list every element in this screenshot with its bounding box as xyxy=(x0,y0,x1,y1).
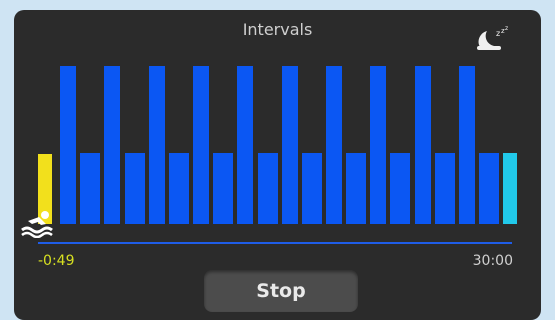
interval-panel: Intervals z z z -0:49 30:00 Stop xyxy=(14,10,541,320)
interval-bar-work xyxy=(370,66,387,224)
interval-bar-rest xyxy=(390,153,411,224)
interval-bar-rest xyxy=(434,153,455,224)
interval-bar-work xyxy=(237,66,254,224)
interval-bar-work xyxy=(104,66,121,224)
interval-bar-work xyxy=(193,66,210,224)
interval-bar-rest xyxy=(301,153,322,224)
interval-bar-rest xyxy=(124,153,145,224)
total-time: 30:00 xyxy=(472,253,513,269)
interval-bar-rest xyxy=(213,153,234,224)
elapsed-time: -0:49 xyxy=(38,253,75,269)
interval-bar-work xyxy=(325,66,342,224)
interval-bar-work xyxy=(414,66,431,224)
interval-bar-rest xyxy=(346,153,367,224)
interval-bar-rest xyxy=(80,153,101,224)
interval-bar-work xyxy=(281,66,298,224)
interval-bar-work xyxy=(60,66,77,224)
progress-timeline xyxy=(38,242,512,244)
interval-bar-rest xyxy=(168,153,189,224)
interval-chart xyxy=(14,10,541,250)
stop-button[interactable]: Stop xyxy=(204,270,358,312)
interval-bar-work xyxy=(148,66,165,224)
swimmer-icon xyxy=(21,211,53,238)
interval-bar-cooldown xyxy=(503,153,518,224)
interval-bar-rest xyxy=(479,153,499,224)
interval-bar-work xyxy=(458,66,475,224)
interval-bar-rest xyxy=(257,153,278,224)
